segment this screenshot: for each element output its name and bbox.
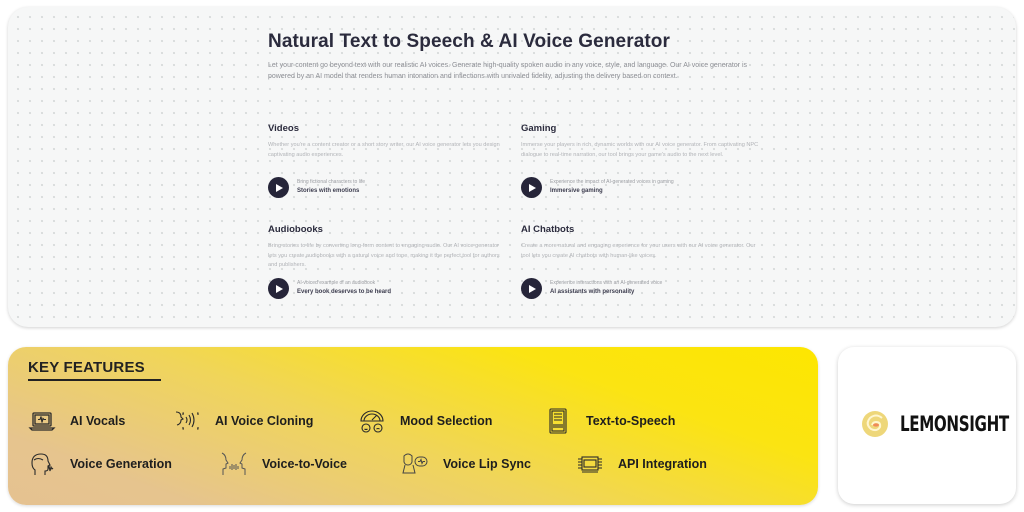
text-document-icon: [549, 408, 567, 434]
use-case-title: Audiobooks: [268, 224, 323, 235]
feature-label: API Integration: [618, 457, 707, 471]
head-voice-icon: [31, 453, 54, 475]
feature-mood-selection: Mood Selection: [358, 408, 492, 434]
feature-text-to-speech: Text-to-Speech: [544, 408, 675, 434]
use-case-description: Bring stories to life by converting long…: [268, 243, 500, 268]
play-button[interactable]: [521, 177, 542, 198]
feature-label: AI Voice Cloning: [215, 414, 314, 428]
laptop-waveform-icon: [28, 412, 56, 431]
use-case-description: Create a more natural and engaging exper…: [521, 243, 756, 259]
feature-voice-to-voice: Voice-to-Voice: [220, 451, 347, 477]
feature-label: AI Vocals: [70, 414, 126, 428]
use-case-audiobooks: Audiobooks Bring stories to life by conv…: [268, 224, 508, 299]
play-button[interactable]: [268, 177, 289, 198]
sample-caption: Experience interactions with an AI-gener…: [550, 280, 663, 286]
sample-title: Stories with emotions: [297, 188, 360, 194]
play-button[interactable]: [268, 278, 289, 299]
use-case-videos: Videos Whether you're a content creator …: [268, 123, 508, 198]
audio-sample: Experience interactions with an AI-gener…: [521, 278, 761, 299]
feature-label: Voice Lip Sync: [443, 457, 531, 471]
use-case-description: Whether you're a content creator or a sh…: [268, 142, 500, 158]
sample-title: Immersive gaming: [550, 188, 603, 194]
feature-label: Mood Selection: [400, 414, 493, 428]
use-case-title: Videos: [268, 123, 299, 134]
face-to-face-icon: [221, 452, 247, 475]
feature-voice-lip-sync: Voice Lip Sync: [401, 451, 531, 477]
feature-api-integration: API Integration: [576, 451, 707, 477]
title-underline: [28, 379, 161, 381]
brand-logo: LEMONSIGHT: [860, 409, 1024, 439]
use-cases-panel: [8, 7, 1016, 327]
sample-title: AI assistants with personality: [550, 289, 635, 295]
brand-name: LEMONSIGHT: [900, 412, 1009, 436]
key-features-title: KEY FEATURES: [28, 359, 145, 376]
mood-gauge-icon: [360, 410, 384, 433]
feature-ai-vocals: AI Vocals: [28, 408, 125, 434]
audio-sample: Experience the impact of AI-generated vo…: [521, 177, 761, 198]
sample-caption: Bring fictional characters to life: [297, 179, 366, 185]
use-case-gaming: Gaming Immerse your players in rich, dyn…: [521, 123, 761, 198]
lip-sync-icon: [402, 453, 428, 474]
page-description: Let your content go beyond text with our…: [268, 62, 748, 80]
feature-label: Voice Generation: [70, 457, 172, 471]
feature-label: Voice-to-Voice: [262, 457, 347, 471]
lemon-swirl-icon: [862, 411, 888, 437]
feature-voice-generation: Voice Generation: [28, 451, 172, 477]
use-case-ai-chatbots: AI Chatbots Create a more natural and en…: [521, 224, 761, 299]
audio-sample: AI-voiced example of an audiobook Every …: [268, 278, 508, 299]
use-case-description: Immerse your players in rich, dynamic wo…: [521, 142, 759, 158]
key-features-panel: KEY FEATURES AI Vocals AI Voice Cloning …: [8, 347, 818, 505]
sample-title: Every book deserves to be heard: [297, 289, 392, 295]
page-title: Natural Text to Speech & AI Voice Genera…: [268, 31, 670, 52]
voice-cloning-icon: [175, 411, 199, 430]
sample-caption: Experience the impact of AI-generated vo…: [550, 179, 674, 185]
brand-card: LEMONSIGHT: [838, 347, 1016, 504]
api-chip-icon: [578, 456, 602, 473]
play-button[interactable]: [521, 278, 542, 299]
feature-label: Text-to-Speech: [586, 414, 676, 428]
use-case-title: AI Chatbots: [521, 224, 575, 235]
use-case-title: Gaming: [521, 123, 557, 134]
audio-sample: Bring fictional characters to life Stori…: [268, 177, 508, 198]
sample-caption: AI-voiced example of an audiobook: [297, 280, 376, 286]
feature-ai-voice-cloning: AI Voice Cloning: [173, 408, 313, 434]
